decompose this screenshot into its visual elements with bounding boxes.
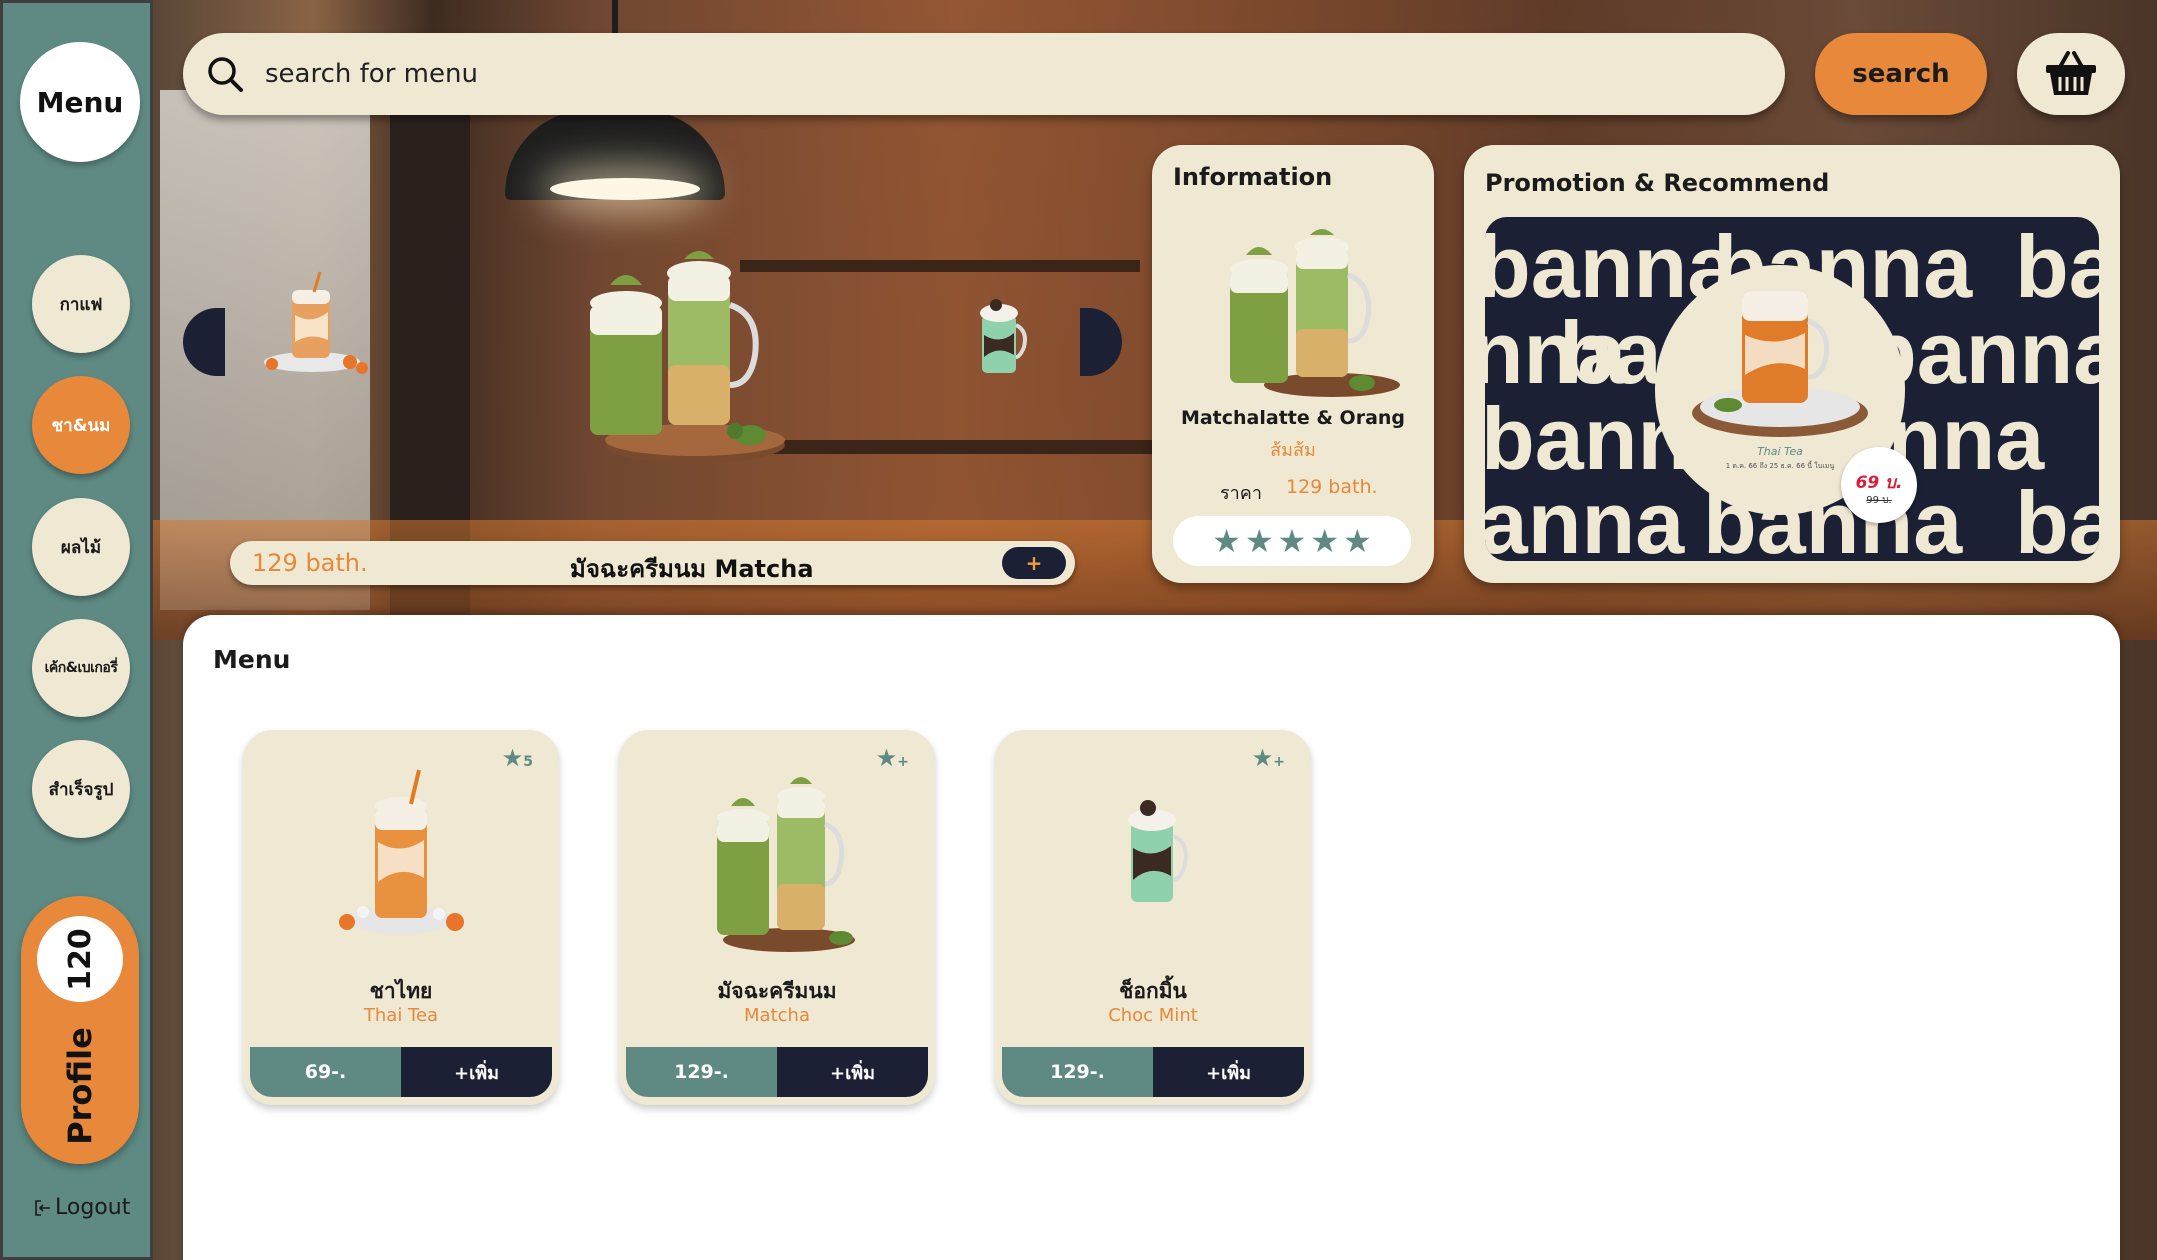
category-instant-button[interactable]: สำเร็จรูป — [32, 740, 130, 838]
search-icon[interactable] — [205, 54, 245, 94]
add-to-cart-button[interactable]: +เพิ่ม — [401, 1047, 552, 1097]
basket-icon — [2046, 51, 2096, 95]
hero-add-button[interactable]: + — [1002, 547, 1066, 579]
menu-logo[interactable]: Menu — [20, 42, 140, 162]
add-to-cart-button[interactable]: +เพิ่ม — [1153, 1047, 1304, 1097]
carousel-item-matcha-image[interactable] — [580, 245, 790, 470]
rating-stars[interactable]: ★ ★ ★ ★ ★ — [1173, 516, 1411, 566]
menu-heading: Menu — [213, 645, 291, 674]
category-cake-bakery-button[interactable]: เค้ก&เบเกอรี่ — [32, 619, 130, 717]
menu-card-choc-mint[interactable]: ★+ ช็อกมิ้น Choc Mint 129-. +เพิ่ม — [995, 730, 1311, 1105]
search-input[interactable] — [265, 51, 1745, 97]
menu-panel: Menu ★5 ชาไทย Thai Tea 69-. +เพิ่ม ★+ มั… — [183, 615, 2120, 1260]
menu-item-subname: Thai Tea — [363, 1005, 439, 1026]
category-coffee-button[interactable]: กาแฟ — [32, 255, 130, 353]
choc-mint-image — [1128, 800, 1188, 902]
profile-button[interactable]: 120 Profile — [21, 896, 139, 1164]
menu-item-price: 129-. — [626, 1047, 777, 1097]
hero-price: 129 bath. — [252, 549, 368, 577]
logout-icon — [35, 1199, 50, 1216]
cart-button[interactable] — [2017, 33, 2125, 115]
carousel-item-thai-tea-image[interactable] — [250, 270, 375, 380]
sidebar: Menu กาแฟ ชา&นม ผลไม้ เค้ก&เบเกอรี่ สำเร… — [0, 0, 153, 1260]
promotion-card: Promotion & Recommend banna banna ba nna … — [1464, 145, 2120, 583]
profile-label: Profile — [60, 1027, 99, 1145]
promotion-old-price: 99 บ. — [1866, 495, 1892, 506]
information-price: 129 bath. — [1286, 476, 1378, 498]
search-button[interactable]: search — [1815, 33, 1987, 115]
search-bar — [183, 33, 1785, 115]
information-product-subname: ส้มส้ม — [1270, 440, 1316, 461]
promotion-banner[interactable]: banna banna banna banna banna banna bann… — [1485, 217, 2099, 561]
menu-item-price: 69-. — [250, 1047, 401, 1097]
information-product-image — [1230, 229, 1400, 397]
logout-button[interactable]: Logout — [33, 1195, 130, 1220]
menu-item-footer: 69-. +เพิ่ม — [250, 1047, 552, 1097]
star-icon: ★ — [1277, 522, 1307, 560]
promotion-thai-tea-image — [1692, 291, 1868, 437]
hero-product-bar: 129 bath. มัจฉะครีมนม Matcha + — [230, 541, 1075, 585]
menu-item-name: ช็อกมิ้น — [1119, 979, 1187, 1003]
menu-item-subname: Choc Mint — [1108, 1005, 1198, 1026]
star-icon: ★ — [1212, 522, 1241, 560]
menu-card-thai-tea[interactable]: ★5 ชาไทย Thai Tea 69-. +เพิ่ม — [243, 730, 559, 1105]
logout-label: Logout — [55, 1195, 131, 1220]
menu-item-footer: 129-. +เพิ่ม — [626, 1047, 928, 1097]
carousel-item-choc-mint-image[interactable] — [970, 295, 1030, 380]
banner-text: banna — [2015, 217, 2099, 316]
menu-item-name: มัจฉะครีมนม — [717, 979, 837, 1003]
category-fruit-button[interactable]: ผลไม้ — [32, 498, 130, 596]
points-value: 120 — [62, 927, 98, 991]
add-to-cart-button[interactable]: +เพิ่ม — [777, 1047, 928, 1097]
matcha-image — [717, 777, 855, 952]
promotion-new-price: 69 บ. — [1855, 473, 1903, 493]
menu-item-price: 129-. — [1002, 1047, 1153, 1097]
menu-card-matcha[interactable]: ★+ มัจฉะครีมนม Matcha 129-. +เพิ่ม — [619, 730, 935, 1105]
thai-tea-image — [339, 769, 464, 934]
menu-item-subname: Matcha — [744, 1005, 810, 1026]
menu-item-name: ชาไทย — [369, 979, 433, 1003]
hero-product-name: มัจฉะครีมนม Matcha — [570, 555, 814, 583]
profile-label-box: Profile — [21, 1016, 139, 1156]
background-shelf — [740, 260, 1140, 272]
category-tea-milk-button[interactable]: ชา&นม — [32, 376, 130, 474]
banner-text: banna — [2015, 473, 2099, 562]
information-price-label: ราคา — [1220, 483, 1262, 504]
points-badge: 120 — [37, 916, 123, 1002]
star-icon: ★ — [1244, 522, 1274, 560]
star-icon: ★ — [1310, 522, 1340, 560]
menu-item-footer: 129-. +เพิ่ม — [1002, 1047, 1304, 1097]
banner-text: banna — [1485, 473, 1685, 562]
information-product-name: Matchalatte & Orang — [1180, 407, 1406, 429]
promotion-title: Promotion & Recommend — [1485, 169, 1830, 197]
promotion-price-badge: 69 บ. 99 บ. — [1841, 447, 1917, 523]
star-icon: ★ — [1343, 522, 1372, 560]
information-title: Information — [1173, 163, 1333, 191]
lamp-light — [550, 178, 700, 200]
information-card: Information Matchalatte & Orang ส้มส้ม ร… — [1152, 145, 1434, 583]
